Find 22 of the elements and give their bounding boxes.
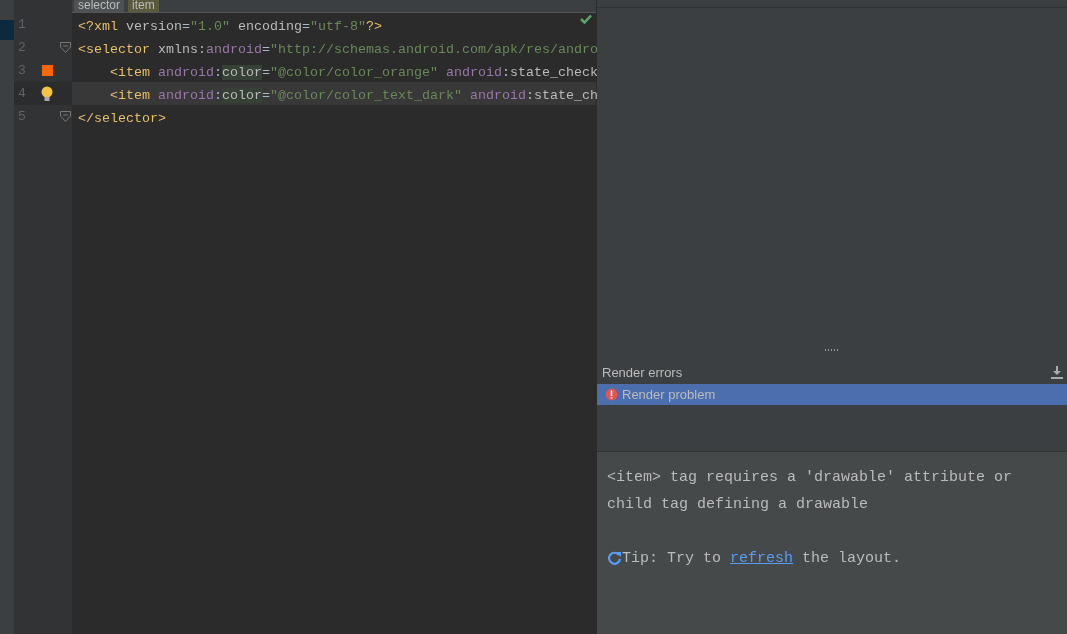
lightbulb-icon[interactable] (41, 85, 53, 102)
refresh-link[interactable]: refresh (730, 550, 794, 567)
refresh-icon (607, 551, 622, 566)
code-line: <selector xmlns:android="http://schemas.android.com/apk/res/andro (78, 42, 598, 59)
breadcrumb-tab[interactable]: item (128, 0, 159, 12)
error-list-item[interactable]: Render problem (597, 384, 1067, 405)
code-line: <item android:color="@color/color_text_dark" android:state_ch (110, 88, 598, 105)
tool-strip-highlight (0, 20, 14, 40)
fold-icon[interactable] (59, 111, 71, 122)
tip-text: Tip: Try to refresh the layout. (622, 549, 902, 569)
panel-title: Render errors (602, 365, 683, 380)
code-line: <?xml version="1.0" encoding="utf-8"?> (78, 19, 382, 36)
error-message: <item> tag requires a 'drawable' attribute or child tag defining a drawable (607, 468, 1014, 515)
code-line: <item android:color="@color/color_orange" android:state_check (110, 65, 598, 82)
error-icon (605, 388, 618, 401)
fold-icon[interactable] (59, 42, 71, 53)
breadcrumb-tab[interactable]: selector (74, 0, 125, 12)
code-line: </selector> (78, 111, 166, 128)
download-icon[interactable] (1051, 366, 1063, 379)
drag-handle-icon[interactable] (824, 347, 840, 353)
line-number: 4 (17, 86, 27, 101)
checkmark-icon (580, 14, 592, 24)
